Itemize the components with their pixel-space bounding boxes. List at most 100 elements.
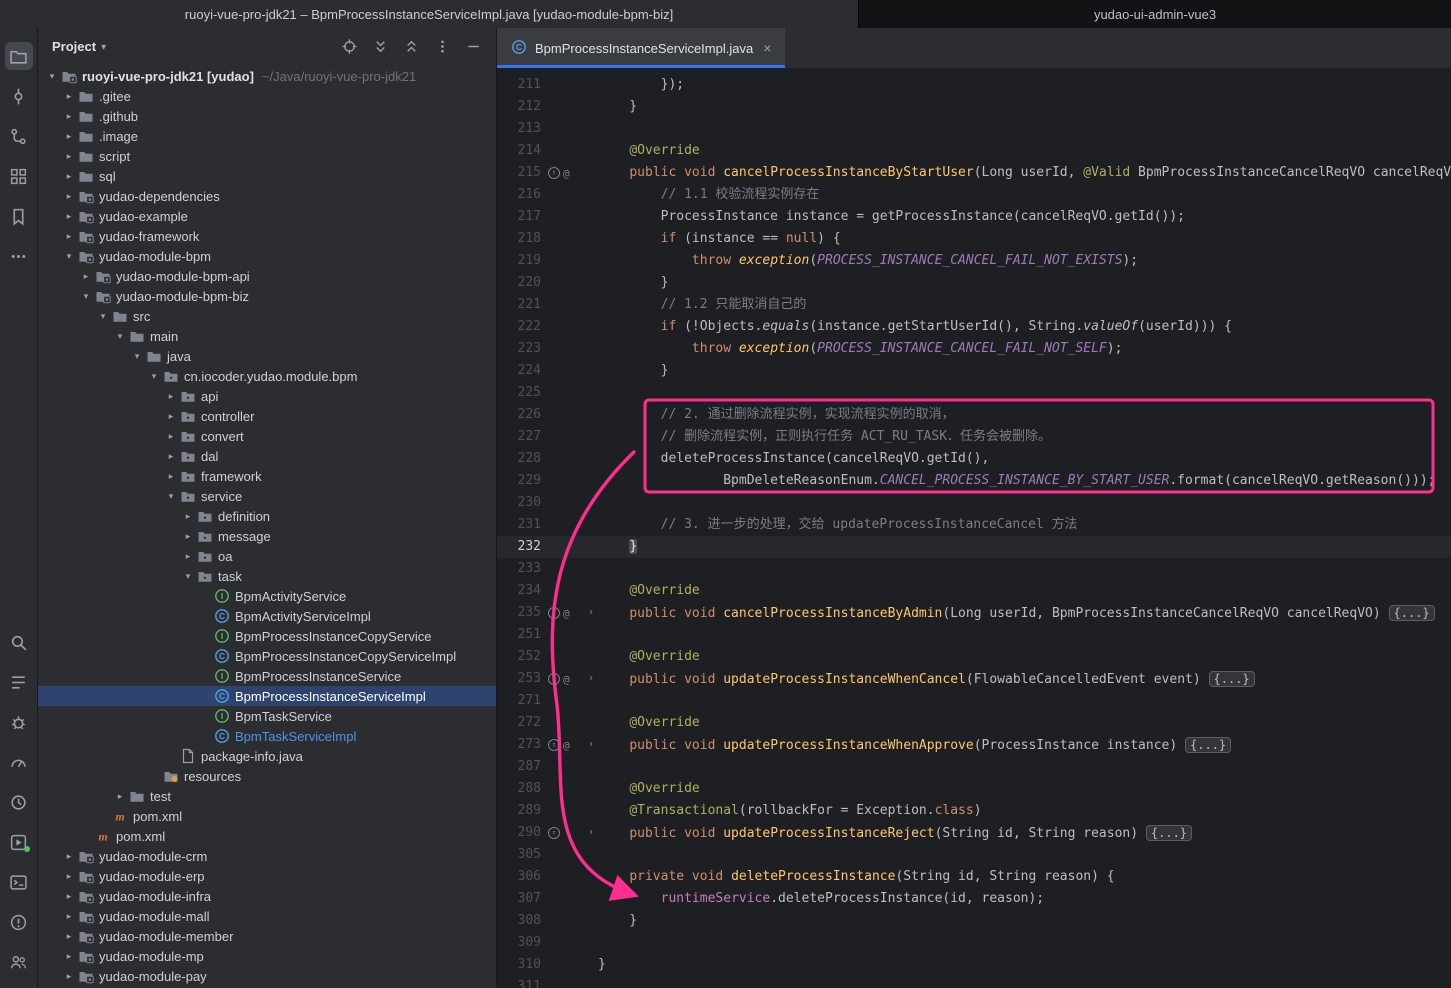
chevron-down-icon[interactable]: ▾ xyxy=(129,351,145,362)
chevron-right-icon[interactable]: ▸ xyxy=(61,911,77,922)
tree-item-yudao-module-bpm-biz[interactable]: ▾yudao-module-bpm-biz xyxy=(38,286,496,306)
code-line-221[interactable]: 221 // 1.2 只能取消自己的 xyxy=(497,294,1451,316)
tree-item-framework[interactable]: ▸framework xyxy=(38,466,496,486)
overrides-method-icon[interactable]: ↑ xyxy=(548,827,560,839)
tree-item-message[interactable]: ▸message xyxy=(38,526,496,546)
code-line-306[interactable]: 306 private void deleteProcessInstance(S… xyxy=(497,866,1451,888)
chevron-right-icon[interactable]: ▸ xyxy=(163,391,179,402)
collapse-all-icon[interactable] xyxy=(400,35,422,57)
overrides-method-icon[interactable]: ↑ xyxy=(548,607,560,619)
code-line-308[interactable]: 308 } xyxy=(497,910,1451,932)
chevron-down-icon[interactable]: ▾ xyxy=(101,42,106,53)
code-line-288[interactable]: 288 @Override xyxy=(497,778,1451,800)
annotated-icon[interactable]: @ xyxy=(563,608,570,619)
history-icon[interactable] xyxy=(5,788,33,816)
tree-item-yudao-module-infra[interactable]: ▸yudao-module-infra xyxy=(38,886,496,906)
tree-item-yudao-module-pay[interactable]: ▸yudao-module-pay xyxy=(38,966,496,986)
search-icon[interactable] xyxy=(5,628,33,656)
chevron-right-icon[interactable]: ▸ xyxy=(61,971,77,982)
tree-item-sql[interactable]: ▸sql xyxy=(38,166,496,186)
tree-item-cn-iocoder-yudao-module-bpm[interactable]: ▾cn.iocoder.yudao.module.bpm xyxy=(38,366,496,386)
chevron-right-icon[interactable]: ▸ xyxy=(61,931,77,942)
code-line-213[interactable]: 213 xyxy=(497,118,1451,140)
chevron-right-icon[interactable]: ▸ xyxy=(78,271,94,282)
code-line-222[interactable]: 222 if (!Objects.equals(instance.getStar… xyxy=(497,316,1451,338)
commit-icon[interactable] xyxy=(5,82,33,110)
project-icon[interactable] xyxy=(5,42,33,70)
chevron-right-icon[interactable]: ▸ xyxy=(163,451,179,462)
chevron-right-icon[interactable]: ▸ xyxy=(61,851,77,862)
code-line-287[interactable]: 287 xyxy=(497,756,1451,778)
chevron-right-icon[interactable]: ▸ xyxy=(163,431,179,442)
code-line-307[interactable]: 307 runtimeService.deleteProcessInstance… xyxy=(497,888,1451,910)
chevron-right-icon[interactable]: ▸ xyxy=(163,471,179,482)
code-line-219[interactable]: 219 throw exception(PROCESS_INSTANCE_CAN… xyxy=(497,250,1451,272)
tab-close-icon[interactable]: × xyxy=(763,40,771,56)
tree-item-resources[interactable]: resources xyxy=(38,766,496,786)
fold-chevron-icon[interactable]: › xyxy=(584,602,598,624)
overrides-method-icon[interactable]: ↑ xyxy=(548,167,560,179)
annotated-icon[interactable]: @ xyxy=(563,168,570,179)
fold-chevron-icon[interactable]: › xyxy=(584,668,598,690)
tree-item-yudao-module-bpm-api[interactable]: ▸yudao-module-bpm-api xyxy=(38,266,496,286)
fold-chevron-icon[interactable]: › xyxy=(584,734,598,756)
tree-item-src[interactable]: ▾src xyxy=(38,306,496,326)
code-line-226[interactable]: 226 // 2. 通过删除流程实例，实现流程实例的取消， xyxy=(497,404,1451,426)
more-icon[interactable] xyxy=(5,242,33,270)
chevron-down-icon[interactable]: ▾ xyxy=(163,491,179,502)
tree-item-yudao-module-mall[interactable]: ▸yudao-module-mall xyxy=(38,906,496,926)
tree-item-yudao-dependencies[interactable]: ▸yudao-dependencies xyxy=(38,186,496,206)
code-line-232[interactable]: 232 } xyxy=(497,536,1451,558)
code-line-229[interactable]: 229 BpmDeleteReasonEnum.CANCEL_PROCESS_I… xyxy=(497,470,1451,492)
code-line-220[interactable]: 220 } xyxy=(497,272,1451,294)
chevron-right-icon[interactable]: ▸ xyxy=(61,951,77,962)
annotated-icon[interactable]: @ xyxy=(563,674,570,685)
code-line-310[interactable]: 310} xyxy=(497,954,1451,976)
services-icon[interactable] xyxy=(5,828,33,856)
users-icon[interactable] xyxy=(5,948,33,976)
locate-icon[interactable] xyxy=(338,35,360,57)
tree-item-dal[interactable]: ▸dal xyxy=(38,446,496,466)
tree-item-java[interactable]: ▾java xyxy=(38,346,496,366)
tree-item-pom-xml[interactable]: mpom.xml xyxy=(38,806,496,826)
chevron-right-icon[interactable]: ▸ xyxy=(61,91,77,102)
chevron-right-icon[interactable]: ▸ xyxy=(61,111,77,122)
editor-tab[interactable]: C BpmProcessInstanceServiceImpl.java × xyxy=(497,28,785,68)
fold-chevron-icon[interactable]: › xyxy=(584,822,598,844)
code-line-211[interactable]: 211 }); xyxy=(497,74,1451,96)
expand-all-icon[interactable] xyxy=(369,35,391,57)
code-line-272[interactable]: 272 @Override xyxy=(497,712,1451,734)
chevron-right-icon[interactable]: ▸ xyxy=(61,171,77,182)
tree-item-oa[interactable]: ▸oa xyxy=(38,546,496,566)
options-icon[interactable] xyxy=(431,35,453,57)
code-line-218[interactable]: 218 if (instance == null) { xyxy=(497,228,1451,250)
tree-item-yudao-module-crm[interactable]: ▸yudao-module-crm xyxy=(38,846,496,866)
overrides-method-icon[interactable]: ↑ xyxy=(548,739,560,751)
tree-item-service[interactable]: ▾service xyxy=(38,486,496,506)
code-line-228[interactable]: 228 deleteProcessInstance(cancelReqVO.ge… xyxy=(497,448,1451,470)
code-line-216[interactable]: 216 // 1.1 校验流程实例存在 xyxy=(497,184,1451,206)
tree-item-controller[interactable]: ▸controller xyxy=(38,406,496,426)
debug-icon[interactable] xyxy=(5,708,33,736)
chevron-right-icon[interactable]: ▸ xyxy=(61,131,77,142)
chevron-down-icon[interactable]: ▾ xyxy=(95,311,111,322)
tree-item-bpmactivityservice[interactable]: IBpmActivityService xyxy=(38,586,496,606)
chevron-right-icon[interactable]: ▸ xyxy=(61,191,77,202)
code-line-234[interactable]: 234 @Override xyxy=(497,580,1451,602)
code-line-217[interactable]: 217 ProcessInstance instance = getProces… xyxy=(497,206,1451,228)
folded-region[interactable]: {...} xyxy=(1146,825,1192,841)
hide-icon[interactable] xyxy=(462,35,484,57)
tree-item-script[interactable]: ▸script xyxy=(38,146,496,166)
window-title-right[interactable]: yudao-ui-admin-vue3 xyxy=(858,0,1451,28)
profiler-icon[interactable] xyxy=(5,748,33,776)
chevron-down-icon[interactable]: ▾ xyxy=(146,371,162,382)
chevron-right-icon[interactable]: ▸ xyxy=(112,791,128,802)
chevron-right-icon[interactable]: ▸ xyxy=(180,531,196,542)
code-line-227[interactable]: 227 // 删除流程实例，正则执行任务 ACT_RU_TASK．任务会被删除。 xyxy=(497,426,1451,448)
code-line-230[interactable]: 230 xyxy=(497,492,1451,514)
chevron-down-icon[interactable]: ▾ xyxy=(44,71,60,82)
chevron-right-icon[interactable]: ▸ xyxy=(61,891,77,902)
chevron-right-icon[interactable]: ▸ xyxy=(180,511,196,522)
tree-item-convert[interactable]: ▸convert xyxy=(38,426,496,446)
tree-item-bpmprocessinstancecopyserviceimpl[interactable]: CBpmProcessInstanceCopyServiceImpl xyxy=(38,646,496,666)
